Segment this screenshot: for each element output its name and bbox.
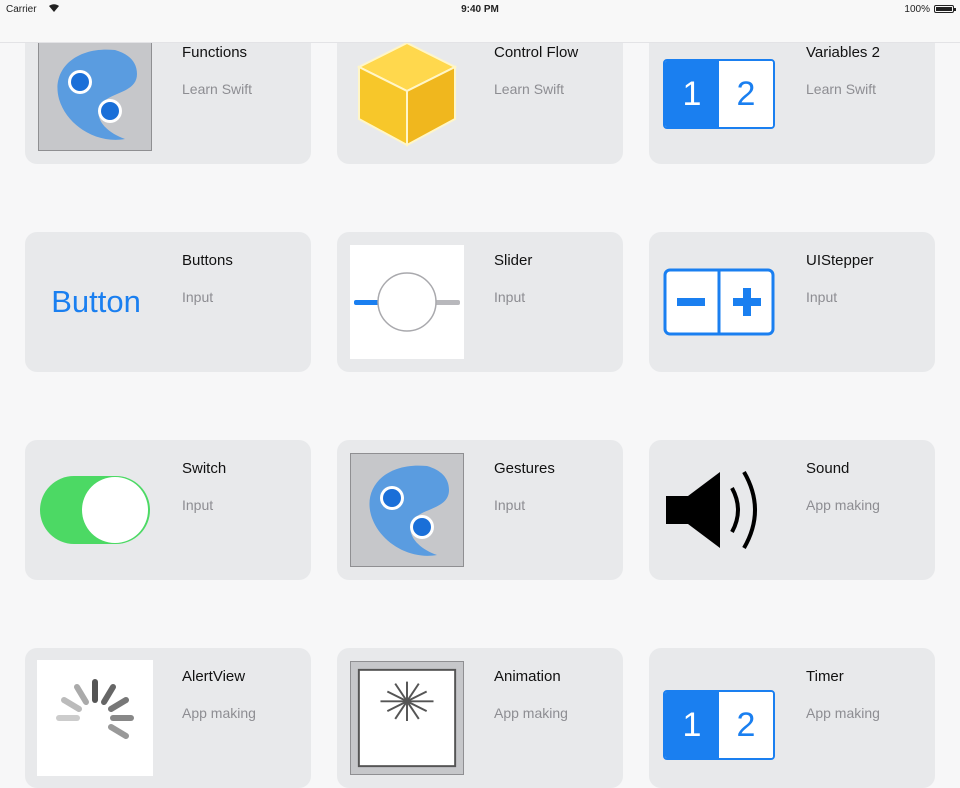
speaker-icon <box>662 453 776 567</box>
battery-icon <box>934 5 956 13</box>
lesson-title: Sound <box>806 460 850 477</box>
stepper-icon <box>662 245 776 359</box>
lesson-card-gestures[interactable]: Gestures Input <box>337 440 623 580</box>
status-bar: Carrier 9:40 PM 100% <box>0 0 960 43</box>
lesson-subtitle: Learn Swift <box>494 81 565 97</box>
lesson-title: Control Flow <box>494 44 579 61</box>
lesson-subtitle: Input <box>494 497 526 513</box>
button-text-icon: Button <box>31 245 161 359</box>
lesson-subtitle: Input <box>182 497 214 513</box>
cube-icon <box>350 37 464 151</box>
digit-one: 1 <box>665 692 719 758</box>
switch-icon <box>38 453 152 567</box>
lesson-card-functions[interactable]: Functions Learn Swift <box>25 24 311 164</box>
lesson-card-buttons[interactable]: Button Buttons Input <box>25 232 311 372</box>
battery-percent: 100% <box>904 4 930 15</box>
digit-two: 2 <box>719 692 773 758</box>
lesson-title: Timer <box>806 668 844 685</box>
variables-12-icon: 1 2 <box>662 37 776 151</box>
lesson-subtitle: App making <box>494 705 568 721</box>
lesson-subtitle: Input <box>494 289 526 305</box>
lesson-subtitle: Input <box>806 289 838 305</box>
lesson-title: UIStepper <box>806 252 874 269</box>
lesson-title: AlertView <box>182 668 246 685</box>
slider-icon <box>350 245 464 359</box>
lesson-title: Variables 2 <box>806 44 880 61</box>
lesson-title: Animation <box>494 668 561 685</box>
yin-yang-icon <box>38 37 152 151</box>
button-sample-text: Button <box>51 284 141 319</box>
lesson-subtitle: Learn Swift <box>182 81 253 97</box>
lesson-title: Gestures <box>494 460 555 477</box>
lesson-title: Buttons <box>182 252 233 269</box>
lesson-subtitle: App making <box>806 497 880 513</box>
lesson-subtitle: Input <box>182 289 214 305</box>
yin-yang-icon <box>350 453 464 567</box>
status-time: 9:40 PM <box>461 4 499 15</box>
lesson-card-animation[interactable]: Animation App making <box>337 648 623 788</box>
lesson-card-sound[interactable]: Sound App making <box>649 440 935 580</box>
digit-two: 2 <box>719 61 773 127</box>
lesson-card-variables-2[interactable]: 1 2 Variables 2 Learn Swift <box>649 24 935 164</box>
digit-one: 1 <box>665 61 719 127</box>
lesson-subtitle: Learn Swift <box>806 81 877 97</box>
lesson-card-slider[interactable]: Slider Input <box>337 232 623 372</box>
lesson-subtitle: App making <box>182 705 256 721</box>
variables-12-icon: 1 2 <box>662 661 776 775</box>
spinner-icon <box>37 660 153 776</box>
lesson-title: Slider <box>494 252 533 269</box>
lesson-title: Functions <box>182 44 248 61</box>
lesson-card-alertview[interactable]: AlertView App making <box>25 648 311 788</box>
lesson-title: Switch <box>182 460 227 477</box>
burst-icon <box>350 661 464 775</box>
lesson-card-uistepper[interactable]: UIStepper Input <box>649 232 935 372</box>
lesson-subtitle: App making <box>806 705 880 721</box>
lesson-card-switch[interactable]: Switch Input <box>25 440 311 580</box>
lesson-card-timer[interactable]: 1 2 Timer App making <box>649 648 935 788</box>
lesson-card-control-flow[interactable]: Control Flow Learn Swift <box>337 24 623 164</box>
